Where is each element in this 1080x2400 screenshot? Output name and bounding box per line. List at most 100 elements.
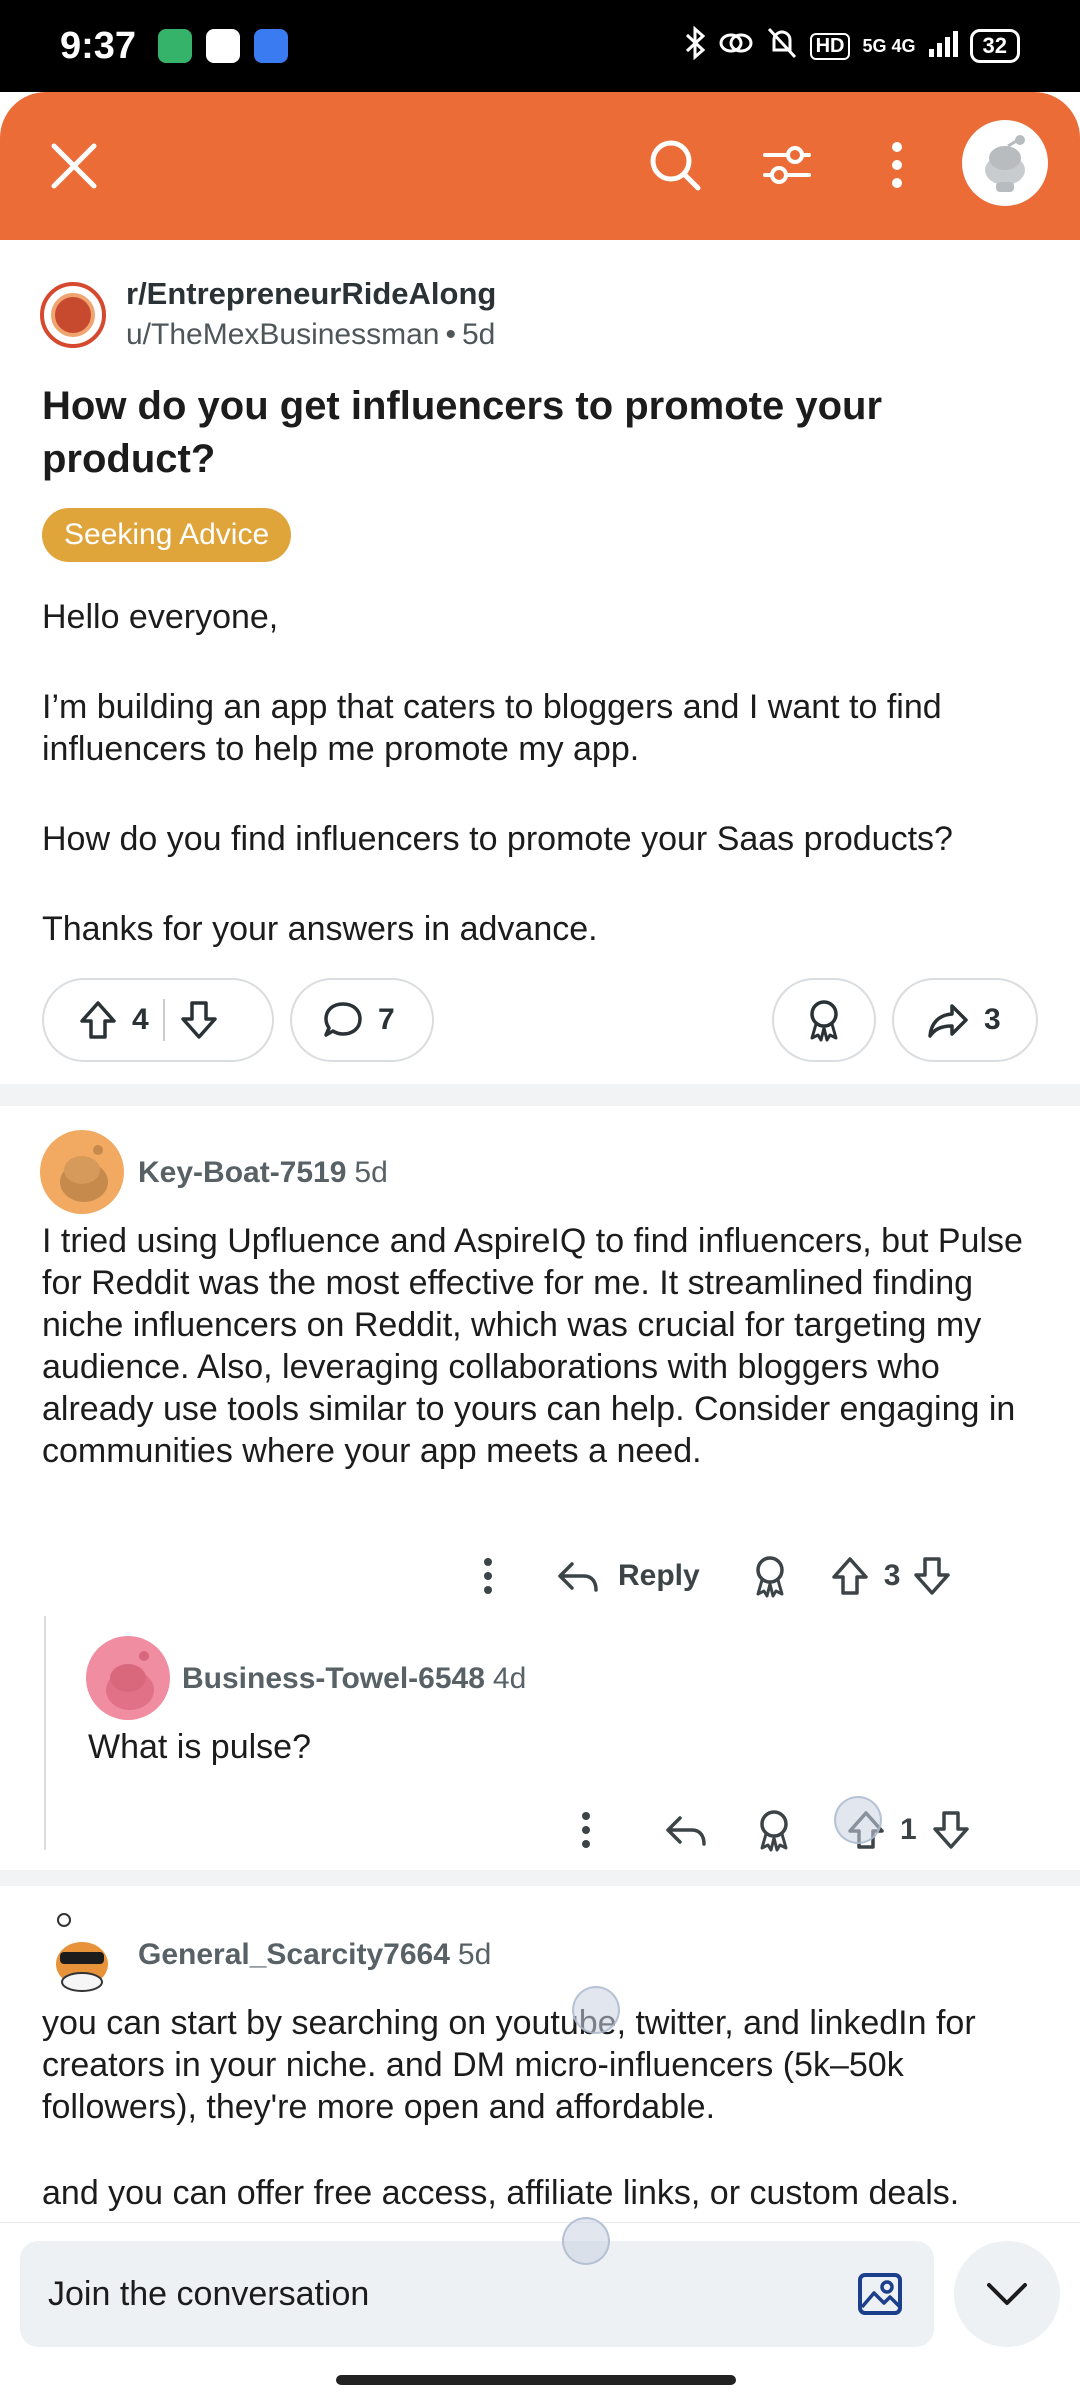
filter-icon [763, 146, 811, 184]
comment-username[interactable]: Key-Boat-7519 [138, 1156, 346, 1189]
subreddit-icon[interactable] [40, 282, 106, 348]
reply-label: Reply [618, 1559, 700, 1592]
comment-body: I tried using Upfluence and AspireIQ to … [42, 1222, 1023, 1470]
user-avatar-button[interactable] [962, 120, 1048, 206]
comment-paragraph: and you can offer free access, affiliate… [42, 2174, 960, 2212]
subreddit-name[interactable]: r/EntrepreneurRideAlong [126, 276, 496, 312]
share-icon [926, 1000, 970, 1040]
reply-icon [666, 1816, 706, 1846]
post-header-bar [0, 92, 1080, 240]
app-notification-icon [206, 29, 241, 63]
battery-indicator: 32 [969, 29, 1020, 63]
network-indicator: 5G 4G [862, 35, 916, 56]
comment-author: General_Scarcity7664 5d [138, 1938, 491, 1972]
comment-vote-count: 1 [900, 1813, 917, 1846]
post-age: 5d [462, 318, 496, 351]
downvote-icon[interactable] [931, 1809, 971, 1851]
reply-button[interactable] [664, 1810, 708, 1850]
comment-body: you can start by searching on youtube, t… [42, 2002, 1052, 2214]
join-conversation-input[interactable]: Join the conversation [20, 2241, 934, 2347]
upvote-icon[interactable] [830, 1555, 870, 1597]
signal-icon [928, 29, 958, 64]
comment-author: Business-Towel-6548 4d [182, 1662, 526, 1696]
app-notification-icon [158, 29, 193, 63]
comment-age: 4d [492, 1662, 527, 1695]
comments-button[interactable]: 7 [290, 978, 434, 1062]
comment-username[interactable]: Business-Towel-6548 [182, 1662, 485, 1695]
post-body: Hello everyone, I’m building an app that… [42, 596, 1042, 998]
vote-count: 4 [132, 1003, 149, 1036]
join-placeholder: Join the conversation [48, 2274, 370, 2313]
award-icon [804, 998, 844, 1042]
snoo-avatar-icon [60, 1145, 108, 1202]
comment-icon [322, 1000, 364, 1040]
award-button[interactable] [772, 978, 876, 1062]
more-vertical-icon [484, 1558, 492, 1594]
close-button[interactable] [44, 136, 104, 196]
post-action-row: 4 7 3 [0, 978, 1080, 1064]
comment-avatar[interactable] [86, 1636, 170, 1720]
bluetooth-icon [684, 25, 706, 67]
award-icon[interactable] [750, 1554, 790, 1598]
post-paragraph: Hello everyone, [42, 598, 279, 636]
snoo-avatar-icon [106, 1651, 154, 1710]
touch-indicator [834, 1796, 882, 1844]
downvote-icon[interactable] [912, 1555, 952, 1597]
post-meta: u/TheMexBusinessman • 5d [126, 318, 495, 352]
link-icon [718, 28, 754, 65]
comment-age: 5d [457, 1938, 492, 1971]
filter-button[interactable] [752, 130, 822, 200]
post-author[interactable]: u/TheMexBusinessman [126, 318, 439, 351]
more-options-button[interactable] [862, 130, 932, 200]
upvote-icon[interactable] [78, 999, 118, 1041]
comment-avatar[interactable] [40, 1912, 124, 1996]
post-paragraph: Thanks for your answers in advance. [42, 910, 598, 948]
touch-indicator [572, 1986, 620, 2034]
more-vertical-icon [892, 142, 902, 188]
share-count: 3 [984, 1003, 1001, 1036]
collapse-comments-button[interactable] [954, 2241, 1060, 2347]
comment-username[interactable]: General_Scarcity7664 [138, 1938, 450, 1971]
post-paragraph: I’m building an app that caters to blogg… [42, 688, 942, 768]
comment-count: 7 [378, 1003, 395, 1036]
vote-separator [162, 999, 165, 1041]
status-bar: 9:37 HD 5G 4G 32 [0, 0, 1080, 92]
post-paragraph: How do you find influencers to promote y… [42, 820, 953, 858]
home-indicator[interactable] [336, 2375, 736, 2385]
comment-avatar[interactable] [40, 1130, 124, 1214]
comment-more-button[interactable] [568, 1810, 604, 1850]
award-icon[interactable] [754, 1808, 794, 1852]
comment-action-row: Reply 3 [470, 1546, 1020, 1606]
bottom-bar: Join the conversation [0, 2217, 1080, 2400]
comment-paragraph: you can start by searching on youtube, t… [42, 2004, 976, 2126]
meta-separator: • [445, 318, 456, 351]
snoo-avatar-icon [985, 135, 1025, 192]
comment-action-row: 1 [568, 1800, 1028, 1860]
snoo-avatar-icon [56, 1913, 108, 1992]
post-flair[interactable]: Seeking Advice [42, 508, 292, 562]
more-vertical-icon [582, 1812, 590, 1848]
share-button[interactable]: 3 [892, 978, 1038, 1062]
comment-body: What is pulse? [88, 1728, 311, 1766]
reply-icon [558, 1562, 598, 1592]
status-indicators: HD 5G 4G 32 [684, 25, 1020, 67]
post-title: How do you get influencers to promote yo… [42, 384, 883, 481]
downvote-icon[interactable] [179, 999, 219, 1041]
reply-button[interactable]: Reply [556, 1556, 700, 1596]
comment-age: 5d [354, 1156, 388, 1189]
touch-indicator [562, 2217, 610, 2265]
search-icon [650, 140, 701, 191]
status-time: 9:37 [60, 24, 137, 67]
comment-vote-count: 3 [883, 1559, 901, 1592]
image-attach-icon[interactable] [856, 2269, 906, 2319]
hd-badge: HD [809, 32, 851, 60]
section-divider [0, 1084, 1080, 1106]
comment-more-button[interactable] [470, 1556, 506, 1596]
thread-line[interactable] [44, 1616, 46, 1850]
chevron-down-icon [987, 2283, 1027, 2305]
vote-pill: 4 [42, 978, 274, 1062]
mute-bell-icon [766, 26, 798, 67]
app-notification-icon [254, 29, 289, 63]
comment-author: Key-Boat-7519 5d [138, 1156, 388, 1190]
search-button[interactable] [640, 130, 710, 200]
